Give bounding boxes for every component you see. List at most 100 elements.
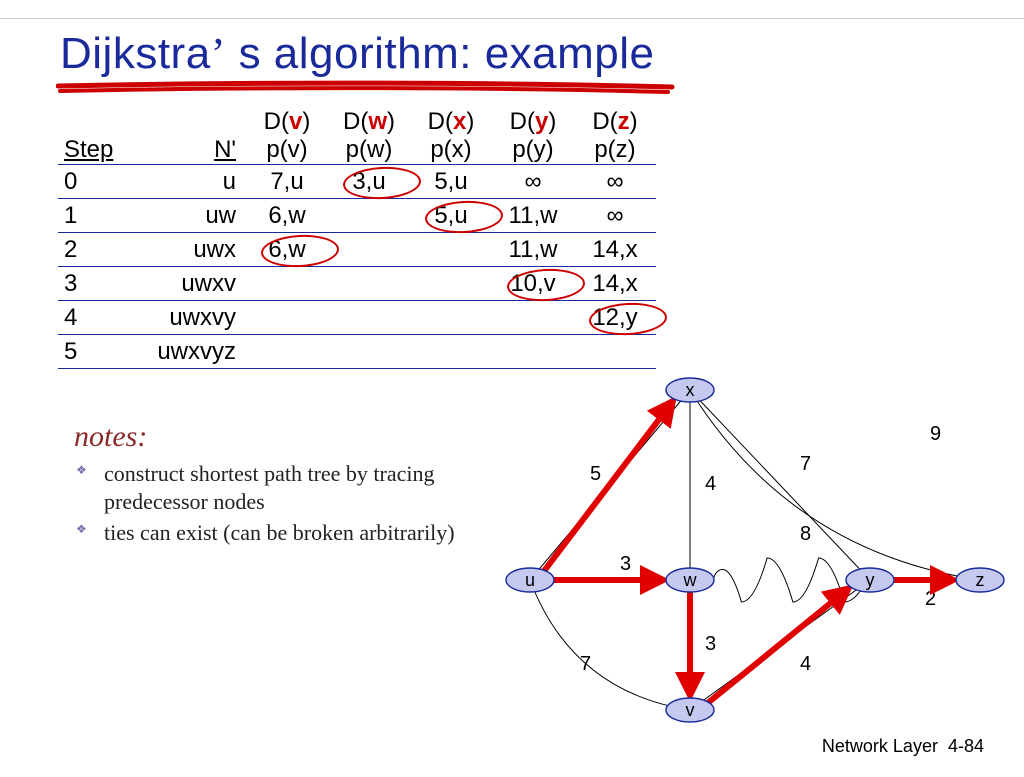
graph-node-v: v — [666, 698, 714, 722]
graph-edge — [690, 390, 870, 580]
svg-text:z: z — [976, 570, 985, 590]
graph-edge — [530, 580, 690, 710]
table-header-bottom: Step N' p(v) p(w) p(x) p(y) p(z) — [58, 136, 656, 165]
edge-weight: 3 — [705, 633, 716, 655]
edge-weight: 7 — [580, 653, 591, 675]
cell-step: 5 — [58, 335, 140, 369]
col-py: p(y) — [492, 136, 574, 165]
col-dx: D(x) — [410, 108, 492, 136]
edge-weight: 9 — [930, 423, 941, 445]
graph-node-w: w — [666, 568, 714, 592]
svg-text:x: x — [686, 380, 695, 400]
col-px: p(x) — [410, 136, 492, 165]
cell: 10,v — [492, 267, 574, 301]
title-underline — [56, 78, 676, 96]
note-item: construct shortest path tree by tracing … — [74, 460, 474, 515]
svg-text:w: w — [683, 570, 698, 590]
cell — [410, 267, 492, 301]
cell: 5,u — [410, 199, 492, 233]
cell-step: 2 — [58, 233, 140, 267]
edge-weight: 2 — [925, 588, 936, 610]
slide-footer: Network Layer 4-84 — [822, 736, 984, 757]
notes-block: notes: construct shortest path tree by t… — [74, 420, 474, 551]
col-pv: p(v) — [246, 136, 328, 165]
cell — [246, 335, 328, 369]
graph-edge — [690, 390, 980, 580]
graph-node-x: x — [666, 378, 714, 402]
cell — [410, 233, 492, 267]
cell — [328, 199, 410, 233]
col-step: Step — [58, 136, 140, 165]
cell: ∞ — [492, 165, 574, 199]
note-item: ties can exist (can be broken arbitraril… — [74, 519, 474, 547]
cell: 11,w — [492, 233, 574, 267]
cell: 7,u — [246, 165, 328, 199]
cell-np: uw — [140, 199, 246, 233]
table-row: 0u7,u3,u5,u∞∞ — [58, 165, 656, 199]
col-np: N' — [140, 136, 246, 165]
shortest-path-arrow — [544, 401, 673, 571]
cell-step: 1 — [58, 199, 140, 233]
graph-node-u: u — [506, 568, 554, 592]
cell: ∞ — [574, 165, 656, 199]
svg-text:y: y — [866, 570, 875, 590]
cell-np: uwxvyz — [140, 335, 246, 369]
col-pz: p(z) — [574, 136, 656, 165]
edge-weight: 5 — [590, 463, 601, 485]
col-pw: p(w) — [328, 136, 410, 165]
edge-weight: 7 — [800, 453, 811, 475]
cell: 3,u — [328, 165, 410, 199]
edge-weight: 8 — [800, 523, 811, 545]
col-dz: D(z) — [574, 108, 656, 136]
cell: 5,u — [410, 165, 492, 199]
dijkstra-table: D(v) D(w) D(x) D(y) D(z) Step N' p(v) p(… — [58, 108, 656, 369]
edge-weight: 3 — [620, 553, 631, 575]
table-row: 3uwxv10,v14,x — [58, 267, 656, 301]
cell-step: 0 — [58, 165, 140, 199]
shortest-path-arrow — [708, 588, 849, 703]
cell: 11,w — [492, 199, 574, 233]
cell — [328, 301, 410, 335]
cell — [246, 267, 328, 301]
cell — [328, 335, 410, 369]
network-graph: 5 3 7 4 7 9 8 3 4 2 u w x v y z — [480, 350, 1020, 760]
title-word1: Dijkstra — [60, 29, 211, 78]
col-dw: D(w) — [328, 108, 410, 136]
cell: 6,w — [246, 199, 328, 233]
notes-list: construct shortest path tree by tracing … — [74, 460, 474, 547]
cell — [492, 301, 574, 335]
graph-node-z: z — [956, 568, 1004, 592]
edge-weight: 4 — [705, 473, 716, 495]
cell-np: uwxv — [140, 267, 246, 301]
table-row: 1uw6,w 5,u11,w∞ — [58, 199, 656, 233]
top-rule — [0, 18, 1024, 19]
slide-title: Dijkstra’ s algorithm: example — [60, 28, 655, 79]
cell: 12,y — [574, 301, 656, 335]
table-row: 2uwx6,w 11,w14,x — [58, 233, 656, 267]
col-dv: D(v) — [246, 108, 328, 136]
edge-weight: 4 — [800, 653, 811, 675]
footer-section: Network Layer — [822, 736, 938, 756]
footer-page: 4-84 — [948, 736, 984, 756]
svg-text:u: u — [525, 570, 535, 590]
cell: ∞ — [574, 199, 656, 233]
table-header-top: D(v) D(w) D(x) D(y) D(z) — [58, 108, 656, 136]
cell — [328, 233, 410, 267]
title-rest: s algorithm: example — [239, 29, 655, 78]
title-apostrophe: ’ — [211, 29, 226, 78]
cell — [328, 267, 410, 301]
graph-node-y: y — [846, 568, 894, 592]
svg-text:v: v — [686, 700, 695, 720]
cell: 14,x — [574, 267, 656, 301]
col-dy: D(y) — [492, 108, 574, 136]
table-row: 4uwxvy 12,y — [58, 301, 656, 335]
cell-step: 4 — [58, 301, 140, 335]
cell-np: uwxvy — [140, 301, 246, 335]
cell-np: uwx — [140, 233, 246, 267]
cell-np: u — [140, 165, 246, 199]
cell: 14,x — [574, 233, 656, 267]
cell: 6,w — [246, 233, 328, 267]
cell — [410, 301, 492, 335]
cell — [246, 301, 328, 335]
notes-heading: notes: — [74, 420, 474, 454]
